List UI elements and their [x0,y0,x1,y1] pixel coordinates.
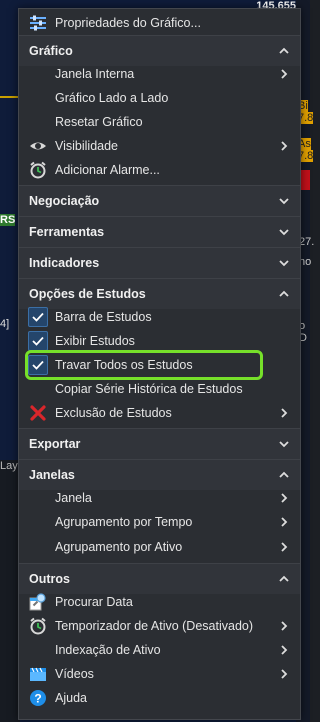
chevron-right-icon [281,69,288,79]
bottom-panel [0,460,20,722]
chevron-right-icon [281,669,288,679]
svg-text:?: ? [34,692,41,706]
alarm-clock-icon [30,161,46,179]
checkbox-checked[interactable] [28,307,48,327]
menu-item-copiar-serie-historica[interactable]: Copiar Série Histórica de Estudos [19,377,300,401]
menu-item-chart-properties[interactable]: Propriedades do Gráfico... [19,11,300,35]
chevron-down-icon [279,229,289,236]
timer-clock-icon [30,617,46,635]
menu-item-exclusao-de-estudos[interactable]: Exclusão de Estudos [19,401,300,425]
menu-item-janela[interactable]: Janela [19,486,300,510]
menu-item-label: Barra de Estudos [55,310,152,324]
menu-item-label: Copiar Série Histórica de Estudos [55,382,243,396]
menu-item-label: Adicionar Alarme... [55,163,160,177]
menu-item-adicionar-alarme[interactable]: Adicionar Alarme... [19,158,300,182]
section-title: Gráfico [29,44,73,58]
menu-item-label: Exclusão de Estudos [55,406,172,420]
chart-tag-green: RS [0,214,16,226]
menu-item-agrupamento-por-ativo[interactable]: Agrupamento por Ativo [19,535,300,559]
section-title: Indicadores [29,256,100,270]
chart-context-menu: Propriedades do Gráfico... Gráfico Janel… [18,8,301,720]
menu-item-label: Temporizador de Ativo (Desativado) [55,619,254,633]
menu-item-label: Propriedades do Gráfico... [55,16,201,30]
delete-x-icon [30,405,46,421]
checkmark-icon [32,336,44,346]
chart-text: 4] [0,318,10,330]
chevron-right-icon [281,621,288,631]
menu-item-label: Janela [55,491,92,505]
chevron-up-icon [279,47,289,54]
checkbox-checked[interactable] [28,331,48,351]
menu-item-indexacao-de-ativo[interactable]: Indexação de Ativo [19,638,300,662]
eye-icon [30,142,46,150]
menu-item-label: Indexação de Ativo [55,643,161,657]
section-header-indicadores[interactable]: Indicadores [19,247,300,278]
chevron-right-icon [281,517,288,527]
chevron-up-icon [279,290,289,297]
section-title: Janelas [29,468,75,482]
chevron-right-icon [281,645,288,655]
chart-text: Lay [0,460,18,472]
chevron-down-icon [279,441,289,448]
section-header-ferramentas[interactable]: Ferramentas [19,216,300,247]
menu-item-label: Agrupamento por Ativo [55,540,183,554]
menu-item-janela-interna[interactable]: Janela Interna [19,62,300,86]
chevron-right-icon [281,493,288,503]
chevron-right-icon [281,408,288,418]
properties-icon [30,15,46,31]
checkmark-icon [32,312,44,322]
chart-line [0,96,20,98]
section-title: Exportar [29,437,81,451]
video-clapper-icon [30,667,46,681]
menu-item-procurar-data[interactable]: Procurar Data [19,590,300,614]
chart-text: 27. [299,236,315,248]
menu-item-label: Ajuda [55,691,87,705]
search-date-icon [29,593,46,611]
section-header-exportar[interactable]: Exportar [19,428,300,459]
highlight-annotation [25,350,263,380]
chevron-right-icon [281,141,288,151]
menu-item-agrupamento-por-tempo[interactable]: Agrupamento por Tempo [19,510,300,534]
section-header-negociacao[interactable]: Negociação [19,185,300,216]
menu-item-label: Visibilidade [55,139,119,153]
menu-item-label: Gráfico Lado a Lado [55,91,169,105]
section-title: Negociação [29,194,100,208]
section-title: Ferramentas [29,225,105,239]
help-icon: ? [30,690,46,706]
menu-item-barra-de-estudos[interactable]: Barra de Estudos [19,305,300,329]
menu-item-label: Janela Interna [55,67,135,81]
menu-item-label: Vídeos [55,667,94,681]
menu-item-videos[interactable]: Vídeos [19,662,300,686]
menu-item-grafico-lado-a-lado[interactable]: Gráfico Lado a Lado [19,86,300,110]
section-title: Opções de Estudos [29,287,146,301]
menu-item-resetar-grafico[interactable]: Resetar Gráfico [19,110,300,134]
menu-item-label: Resetar Gráfico [55,115,143,129]
section-title: Outros [29,572,70,586]
chevron-right-icon [281,542,288,552]
menu-item-ajuda[interactable]: ? Ajuda [19,686,300,710]
chevron-up-icon [279,575,289,582]
menu-item-label: Agrupamento por Tempo [55,515,193,529]
menu-item-label: Procurar Data [55,595,133,609]
chevron-down-icon [279,198,289,205]
chevron-down-icon [279,260,289,267]
menu-item-temporizador-de-ativo[interactable]: Temporizador de Ativo (Desativado) [19,614,300,638]
chevron-up-icon [279,471,289,478]
menu-item-visibilidade[interactable]: Visibilidade [19,134,300,158]
